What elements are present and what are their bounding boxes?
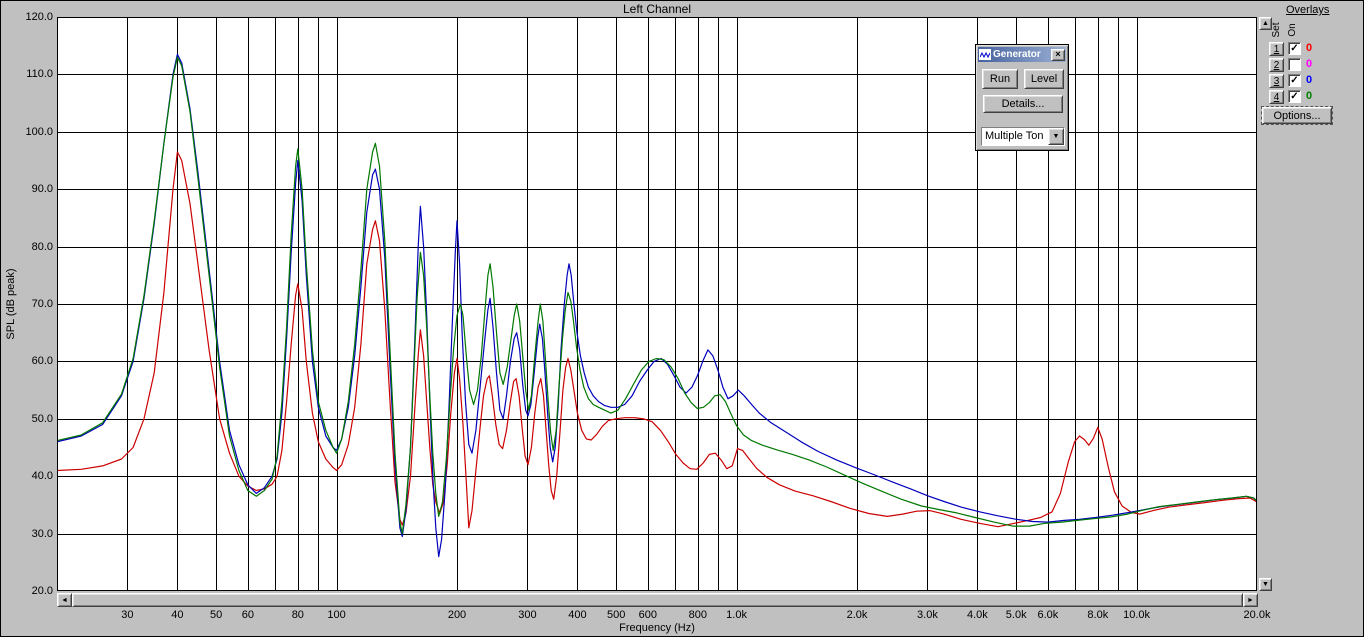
y-tick-label: 70.0 xyxy=(31,298,53,310)
x-tick-label: 50 xyxy=(210,609,223,621)
overlay-4-checkbox[interactable]: ✓ xyxy=(1288,90,1301,103)
grid-lines xyxy=(57,17,1257,591)
overlay-4-value: 0 xyxy=(1306,90,1313,102)
overlay-3-button[interactable]: 3 xyxy=(1269,74,1284,88)
chevron-down-icon: ▼ xyxy=(1052,133,1060,140)
generator-dialog-titlebar[interactable]: Generator × xyxy=(978,47,1066,62)
x-tick-label: 2.0k xyxy=(846,609,868,621)
dropdown-button[interactable]: ▼ xyxy=(1048,128,1064,145)
scroll-left-button[interactable]: ◄ xyxy=(57,593,72,607)
x-axis-label: Frequency (Hz) xyxy=(619,622,695,634)
down-arrow-icon: ▼ xyxy=(1262,581,1269,588)
left-arrow-icon: ◄ xyxy=(61,596,68,604)
generator-dialog: Generator × Run Level Details... Multipl… xyxy=(975,44,1069,151)
x-tick-label: 40 xyxy=(171,609,184,621)
overlay-1-value: 0 xyxy=(1306,42,1313,54)
chart-title: Left Channel xyxy=(622,2,692,16)
y-tick-label: 20.0 xyxy=(31,585,53,597)
x-tick-label: 5.0k xyxy=(1005,609,1027,621)
scroll-down-button[interactable]: ▼ xyxy=(1259,578,1272,591)
close-icon: × xyxy=(1055,49,1061,59)
trace-overlay-4-green xyxy=(57,56,1257,535)
overlays-on-column-label: On xyxy=(1287,23,1298,37)
x-tick-label: 400 xyxy=(568,609,587,621)
spectrum-plot xyxy=(57,17,1257,591)
y-tick-label: 60.0 xyxy=(31,355,53,368)
x-tick-label: 30 xyxy=(121,609,134,621)
x-tick-label: 500 xyxy=(606,609,626,621)
scroll-right-button[interactable]: ► xyxy=(1243,593,1258,607)
overlay-2-checkbox[interactable] xyxy=(1288,58,1301,71)
x-tick-label: 300 xyxy=(518,609,537,621)
x-tick-label: 800 xyxy=(688,609,707,621)
y-tick-label: 30.0 xyxy=(31,527,53,540)
run-button[interactable]: Run xyxy=(982,69,1018,89)
trace-overlay-3-blue xyxy=(57,53,1257,558)
x-tick-label: 100 xyxy=(327,609,346,621)
horizontal-scrollbar[interactable]: ◄ ► xyxy=(57,593,1258,607)
x-tick-label: 80 xyxy=(291,609,304,621)
waveform-icon xyxy=(979,49,991,60)
x-tick-label: 6.0k xyxy=(1037,609,1059,621)
overlay-3-value: 0 xyxy=(1306,74,1313,86)
x-tick-label: 8.0k xyxy=(1087,609,1109,621)
overlay-3-checkbox[interactable]: ✓ xyxy=(1288,74,1301,87)
trace-overlay-1-red xyxy=(57,151,1257,529)
overlay-4-button[interactable]: 4 xyxy=(1269,90,1284,104)
y-tick-label: 80.0 xyxy=(31,240,53,253)
overlay-2-value: 0 xyxy=(1306,58,1313,70)
overlay-1-checkbox[interactable]: ✓ xyxy=(1288,42,1301,55)
x-tick-label: 60 xyxy=(241,609,254,621)
x-tick-label: 1.0k xyxy=(726,609,747,621)
up-arrow-icon: ▲ xyxy=(1262,20,1269,27)
overlay-1-button[interactable]: 1 xyxy=(1269,42,1284,56)
right-arrow-icon: ► xyxy=(1247,596,1254,604)
overlays-set-column-label: Set xyxy=(1271,22,1282,38)
y-tick-label: 50.0 xyxy=(31,412,53,425)
spectrum-chart xyxy=(57,17,1257,591)
x-tick-label: 600 xyxy=(638,609,658,621)
x-tick-label: 10.0k xyxy=(1123,609,1151,621)
x-tick-label: 20.0k xyxy=(1243,609,1271,621)
level-button[interactable]: Level xyxy=(1024,69,1064,89)
app-window: Left Channel SPL (dB peak) ▲ ▼ ◄ ► Frequ… xyxy=(0,0,1364,637)
tone-select-value: Multiple Ton xyxy=(982,128,1048,145)
overlay-2-button[interactable]: 2 xyxy=(1269,58,1284,72)
scrollbar-thumb[interactable] xyxy=(72,593,1243,607)
tone-select-dropdown[interactable]: Multiple Ton ▼ xyxy=(981,127,1065,146)
y-tick-label: 90.0 xyxy=(31,183,53,196)
y-tick-label: 120.0 xyxy=(25,11,53,23)
y-tick-label: 110.0 xyxy=(26,68,53,81)
close-button[interactable]: × xyxy=(1051,48,1065,61)
x-tick-label: 4.0k xyxy=(967,609,988,621)
y-tick-label: 40.0 xyxy=(31,470,53,483)
x-tick-label: 200 xyxy=(447,609,467,621)
options-button[interactable]: Options... xyxy=(1261,106,1333,125)
details-button[interactable]: Details... xyxy=(983,95,1063,113)
x-tick-label: 3.0k xyxy=(917,609,938,621)
generator-dialog-title: Generator xyxy=(993,49,1041,60)
y-tick-label: 100.0 xyxy=(25,125,53,138)
